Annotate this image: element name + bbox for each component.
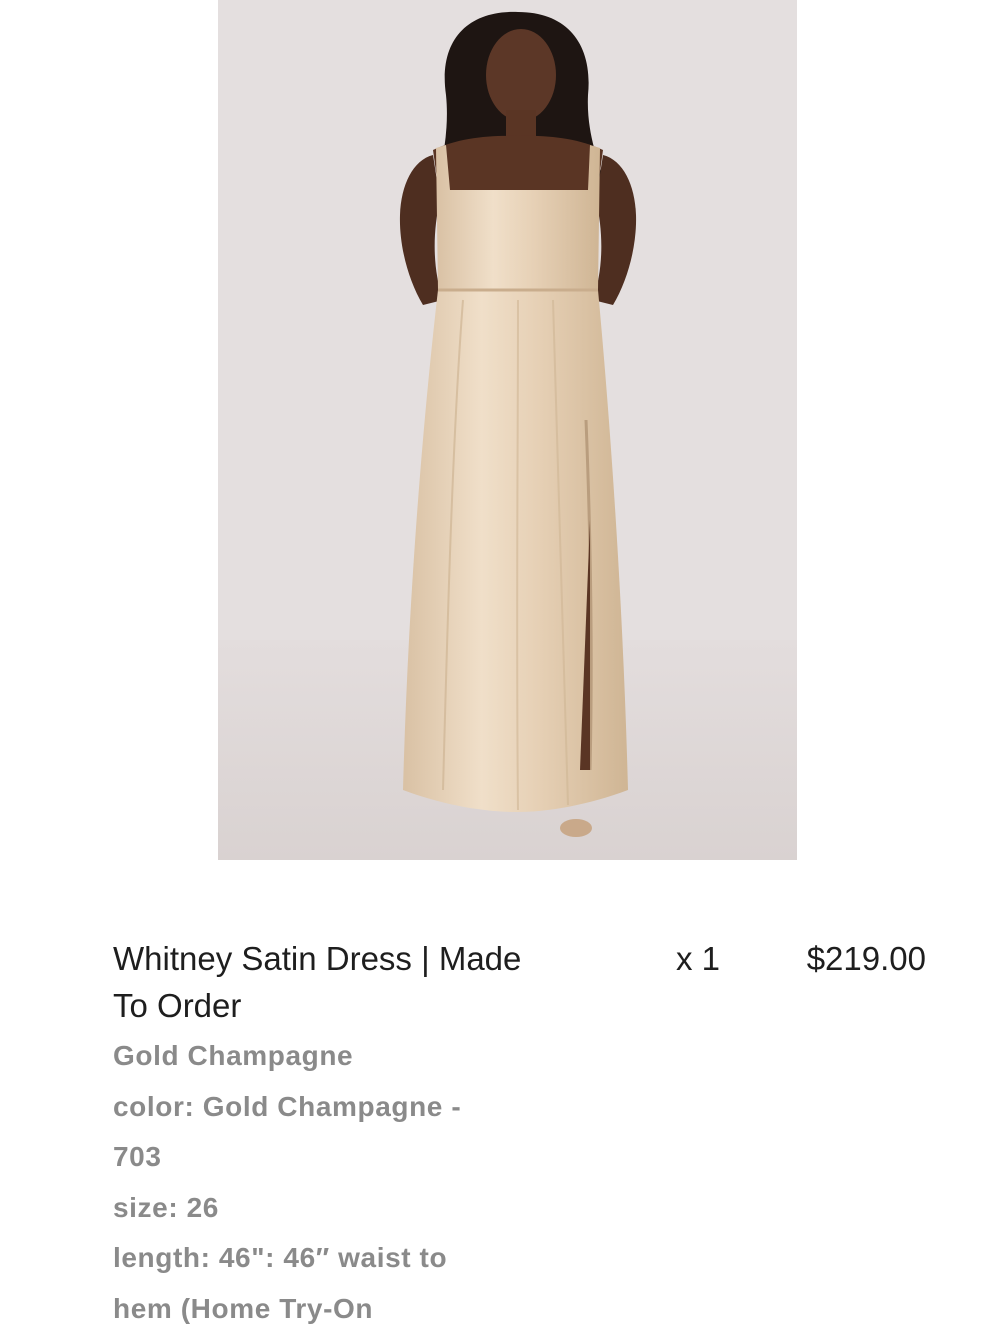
size-detail: size: 26 <box>113 1191 219 1223</box>
product-title[interactable]: Whitney Satin Dress | Made To Order <box>113 935 533 1029</box>
product-details: Gold Champagne color: Gold Champagne - 7… <box>113 1031 513 1334</box>
quantity-label: x 1 <box>676 940 721 977</box>
product-photo <box>218 0 797 860</box>
price-label: $219.00 <box>806 940 926 977</box>
color-detail: color: Gold Champagne - 703 <box>113 1090 462 1173</box>
product-image[interactable] <box>218 0 797 860</box>
variant-label: Gold Champagne <box>113 1040 354 1071</box>
length-detail: length: 46": 46″ waist to hem (Home Try-… <box>113 1242 448 1324</box>
